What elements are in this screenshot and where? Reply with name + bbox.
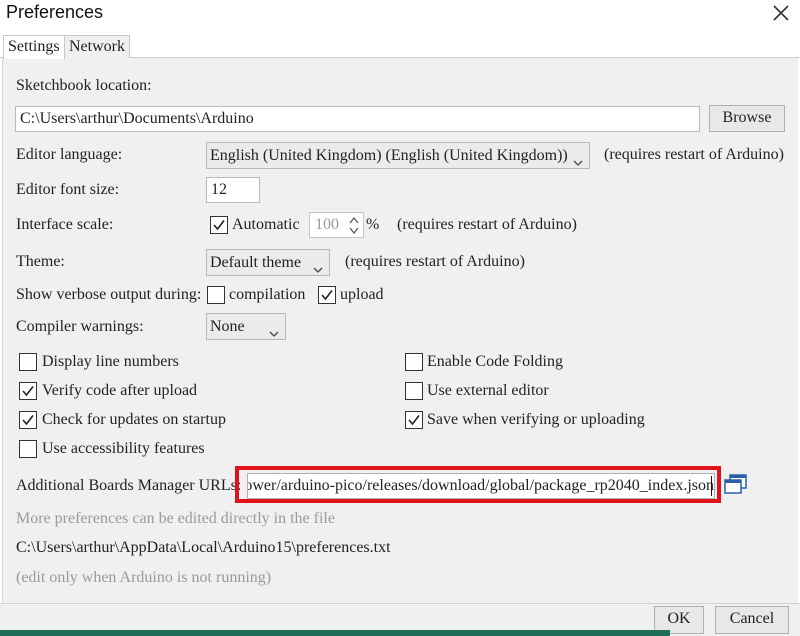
chevron-down-icon (313, 258, 323, 273)
verbose-label: Show verbose output during: (16, 286, 202, 303)
editor-font-size-label: Editor font size: (16, 181, 120, 198)
interface-scale-value: 100 (315, 216, 339, 233)
save-on-verify-label: Save when verifying or uploading (427, 411, 645, 428)
background-window-strip (0, 630, 670, 636)
boards-manager-url-value: https://github.com/earlephilhower/arduin… (248, 477, 714, 494)
interface-scale-note: (requires restart of Arduino) (397, 216, 577, 233)
verbose-upload-label: upload (340, 286, 384, 303)
checkmark-icon (213, 220, 225, 231)
verbose-upload-checkbox[interactable] (318, 286, 336, 304)
compiler-warnings-label: Compiler warnings: (16, 318, 144, 335)
chevron-down-icon (573, 151, 583, 166)
code-folding-label: Enable Code Folding (427, 353, 563, 370)
window-title: Preferences (6, 2, 104, 22)
verify-after-upload-checkbox[interactable] (19, 382, 37, 400)
checkmark-icon (22, 415, 34, 426)
spinner-up-icon[interactable] (348, 216, 360, 225)
interface-scale-spinner: 100 (309, 212, 364, 238)
tab-network[interactable]: Network (64, 35, 130, 58)
browse-button[interactable]: Browse (709, 105, 785, 132)
sketchbook-label: Sketchbook location: (16, 77, 152, 94)
theme-select[interactable]: Default theme (206, 249, 330, 276)
verify-after-upload-label: Verify code after upload (42, 382, 198, 399)
checkmark-icon (22, 386, 34, 397)
display-line-numbers-label: Display line numbers (42, 353, 179, 370)
edit-warning-note: (edit only when Arduino is not running) (16, 569, 272, 586)
sketchbook-path-field[interactable]: C:\Users\arthur\Documents\Arduino (15, 106, 700, 132)
compiler-warnings-select[interactable]: None (206, 313, 286, 340)
boards-manager-label: Additional Boards Manager URLs: (16, 477, 242, 494)
text-caret (711, 476, 712, 496)
save-on-verify-checkbox[interactable] (405, 411, 423, 429)
open-list-icon[interactable] (723, 472, 749, 496)
code-folding-checkbox[interactable] (405, 353, 423, 371)
compiler-warnings-value: None (210, 318, 245, 335)
interface-scale-unit: % (366, 216, 380, 233)
editor-language-label: Editor language: (16, 146, 123, 163)
verbose-compilation-checkbox[interactable] (207, 286, 225, 304)
editor-language-select[interactable]: English (United Kingdom) (English (Unite… (206, 142, 590, 169)
preferences-file-path: C:\Users\arthur\AppData\Local\Arduino15\… (16, 539, 391, 556)
check-updates-checkbox[interactable] (19, 411, 37, 429)
verbose-compilation-label: compilation (229, 286, 306, 303)
theme-value: Default theme (210, 254, 302, 271)
automatic-scale-label: Automatic (232, 216, 300, 233)
accessibility-label: Use accessibility features (42, 440, 205, 457)
accessibility-checkbox[interactable] (19, 440, 37, 458)
display-line-numbers-checkbox[interactable] (19, 353, 37, 371)
theme-label: Theme: (16, 253, 65, 270)
interface-scale-label: Interface scale: (16, 216, 114, 233)
editor-language-value: English (United Kingdom) (English (Unite… (210, 147, 568, 164)
checkmark-icon (321, 290, 333, 301)
close-icon[interactable] (770, 2, 792, 24)
chevron-down-icon (269, 322, 279, 337)
tab-settings[interactable]: Settings (3, 35, 65, 59)
spinner-down-icon[interactable] (348, 226, 360, 235)
editor-font-size-field[interactable]: 12 (206, 177, 260, 203)
theme-note: (requires restart of Arduino) (345, 253, 525, 270)
cancel-button[interactable]: Cancel (715, 606, 789, 634)
automatic-scale-checkbox[interactable] (210, 216, 228, 234)
boards-manager-url-field[interactable]: https://github.com/earlephilhower/arduin… (247, 473, 715, 499)
editor-language-note: (requires restart of Arduino) (604, 146, 784, 163)
checkmark-icon (408, 415, 420, 426)
check-updates-label: Check for updates on startup (42, 411, 226, 428)
external-editor-label: Use external editor (427, 382, 549, 399)
external-editor-checkbox[interactable] (405, 382, 423, 400)
footer-divider (0, 603, 800, 604)
more-preferences-info: More preferences can be edited directly … (16, 510, 335, 527)
